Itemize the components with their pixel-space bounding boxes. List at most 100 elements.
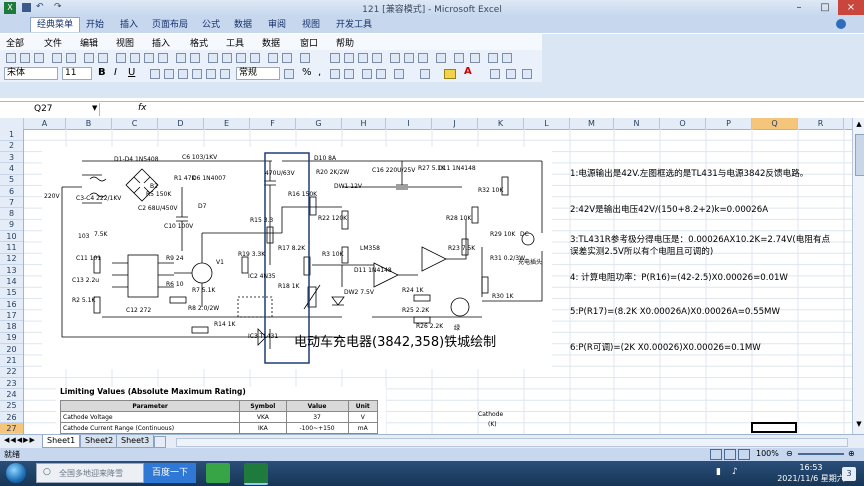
notification-badge[interactable]: 3 <box>842 467 856 481</box>
cut-icon[interactable] <box>116 53 126 63</box>
baidu-search-button[interactable]: 百度一下 <box>144 463 196 483</box>
tab-classic-menu[interactable]: 经典菜单 <box>30 17 81 32</box>
row-header[interactable]: 5 <box>0 174 23 186</box>
row-header[interactable]: 14 <box>0 276 23 288</box>
menu-data[interactable]: 数据 <box>262 36 280 49</box>
note-line[interactable]: 误差实测2.5V所以有个电阻且可调的) <box>570 245 713 257</box>
number-format-select[interactable]: 常规 <box>236 67 280 80</box>
chart-icon[interactable] <box>268 53 278 63</box>
table-icon[interactable] <box>390 53 400 63</box>
font-size-select[interactable]: 11 <box>62 67 92 80</box>
percent-button[interactable]: % <box>302 67 312 78</box>
row-header[interactable]: 7 <box>0 197 23 209</box>
row-header-selected[interactable]: 27 <box>0 422 23 435</box>
row-header[interactable]: 10 <box>0 231 23 243</box>
formula-input[interactable] <box>152 103 852 116</box>
row-header[interactable]: 9 <box>0 219 23 232</box>
row-header[interactable]: 15 <box>0 287 23 299</box>
column-header[interactable]: C <box>112 118 158 129</box>
row-header[interactable]: 16 <box>0 299 23 311</box>
tab-insert[interactable]: 插入 <box>114 18 144 32</box>
fx-button[interactable]: fx <box>138 103 147 113</box>
column-header[interactable]: P <box>706 118 752 129</box>
row-header[interactable]: 17 <box>0 310 23 322</box>
active-cell[interactable] <box>751 422 797 433</box>
column-header[interactable]: F <box>250 118 296 129</box>
row-header[interactable]: 8 <box>0 208 23 220</box>
zoom-icon[interactable] <box>506 69 516 79</box>
tab-view[interactable]: 视图 <box>296 18 326 32</box>
zoom-slider[interactable] <box>798 453 844 455</box>
zoom-out-icon[interactable]: ⊖ <box>786 449 793 458</box>
menu-all[interactable]: 全部 <box>6 36 24 49</box>
tab-review[interactable]: 审阅 <box>262 18 292 32</box>
merge-center-icon[interactable] <box>206 69 216 79</box>
note-line[interactable]: 3:TL431R参考极分得电压是：0.00026AX10.2K=2.74V(电阻… <box>570 233 830 245</box>
copy-icon[interactable] <box>130 53 140 63</box>
zoom-in-icon[interactable]: ⊕ <box>848 449 855 458</box>
note-line[interactable]: 5:P(R17)=(8.2K X0.00026A)X0.00026A=0.55M… <box>570 307 780 317</box>
row-header[interactable]: 4 <box>0 163 23 175</box>
research-icon[interactable] <box>98 53 108 63</box>
scroll-down-icon[interactable]: ▼ <box>854 420 864 430</box>
column-header[interactable]: D <box>158 118 204 129</box>
freeze-icon[interactable] <box>358 53 368 63</box>
vertical-scrollbar[interactable]: ▲ ▼ <box>852 118 864 434</box>
comment-icon[interactable] <box>394 69 404 79</box>
maximize-button[interactable]: □ <box>812 0 838 15</box>
menu-edit[interactable]: 编辑 <box>80 36 98 49</box>
pin-icon[interactable] <box>470 53 480 63</box>
zoom-level[interactable]: 100% <box>756 449 779 458</box>
insert-sheet-icon[interactable] <box>154 436 166 448</box>
close-button[interactable]: × <box>838 0 864 15</box>
limiting-values-image[interactable]: Limiting Values (Absolute Maximum Rating… <box>56 387 386 434</box>
row-header[interactable]: 6 <box>0 186 23 198</box>
drawing-icon[interactable] <box>282 53 292 63</box>
sort-desc-icon[interactable] <box>250 53 260 63</box>
column-header[interactable]: M <box>570 118 614 129</box>
column-header[interactable]: R <box>798 118 844 129</box>
align-right-icon[interactable] <box>178 69 188 79</box>
zoom-icon[interactable] <box>300 53 310 63</box>
print-preview-icon[interactable] <box>66 53 76 63</box>
border-icon[interactable] <box>418 53 428 63</box>
column-header[interactable]: O <box>660 118 706 129</box>
page-layout-icon[interactable] <box>724 449 736 460</box>
tab-home[interactable]: 开始 <box>80 18 110 32</box>
menu-format[interactable]: 格式 <box>190 36 208 49</box>
horizontal-scrollbar[interactable] <box>176 438 848 447</box>
scroll-up-icon[interactable]: ▲ <box>854 120 864 130</box>
normal-view-icon[interactable] <box>710 449 722 460</box>
page-break-icon[interactable] <box>738 449 750 460</box>
decrease-decimal-icon[interactable] <box>344 69 354 79</box>
new-icon[interactable] <box>6 53 16 63</box>
note-line[interactable]: 4: 计算电阻功率：P(R16)=(42-2.5)X0.00026=0.01W <box>570 271 788 283</box>
fill-color-icon[interactable] <box>444 69 456 79</box>
help-icon[interactable] <box>330 53 340 63</box>
column-header[interactable]: N <box>614 118 660 129</box>
spelling-icon[interactable] <box>84 53 94 63</box>
currency-icon[interactable] <box>284 69 294 79</box>
open-icon[interactable] <box>20 53 30 63</box>
tab-developer[interactable]: 开发工具 <box>330 18 378 32</box>
menu-tools[interactable]: 工具 <box>226 36 244 49</box>
form-icon[interactable] <box>372 53 382 63</box>
schematic-image[interactable]: 220V D1-D4 1N5408 C6 103/1KV 470U/63V D1… <box>42 147 552 369</box>
help-circle-icon[interactable] <box>522 69 532 79</box>
minimize-button[interactable]: – <box>786 0 812 15</box>
underline-button[interactable]: U <box>128 67 135 78</box>
row-header[interactable]: 24 <box>0 389 23 401</box>
row-header[interactable]: 19 <box>0 332 23 345</box>
print-area-icon[interactable] <box>436 53 446 63</box>
worksheet-grid[interactable]: 220V D1-D4 1N5408 C6 103/1KV 470U/63V D1… <box>24 129 852 434</box>
column-header[interactable]: J <box>432 118 478 129</box>
column-header[interactable]: E <box>204 118 250 129</box>
font-name-select[interactable]: 宋体 <box>4 67 58 80</box>
sheet-tab[interactable]: Sheet3 <box>116 435 155 448</box>
row-header[interactable]: 25 <box>0 400 23 412</box>
taskbar-search-box[interactable]: ○ 全国多地迎来降雪 <box>36 463 144 483</box>
help-icon[interactable] <box>836 19 846 29</box>
decrease-indent-icon[interactable] <box>362 69 372 79</box>
save-icon[interactable] <box>34 53 44 63</box>
paste-icon[interactable] <box>144 53 154 63</box>
